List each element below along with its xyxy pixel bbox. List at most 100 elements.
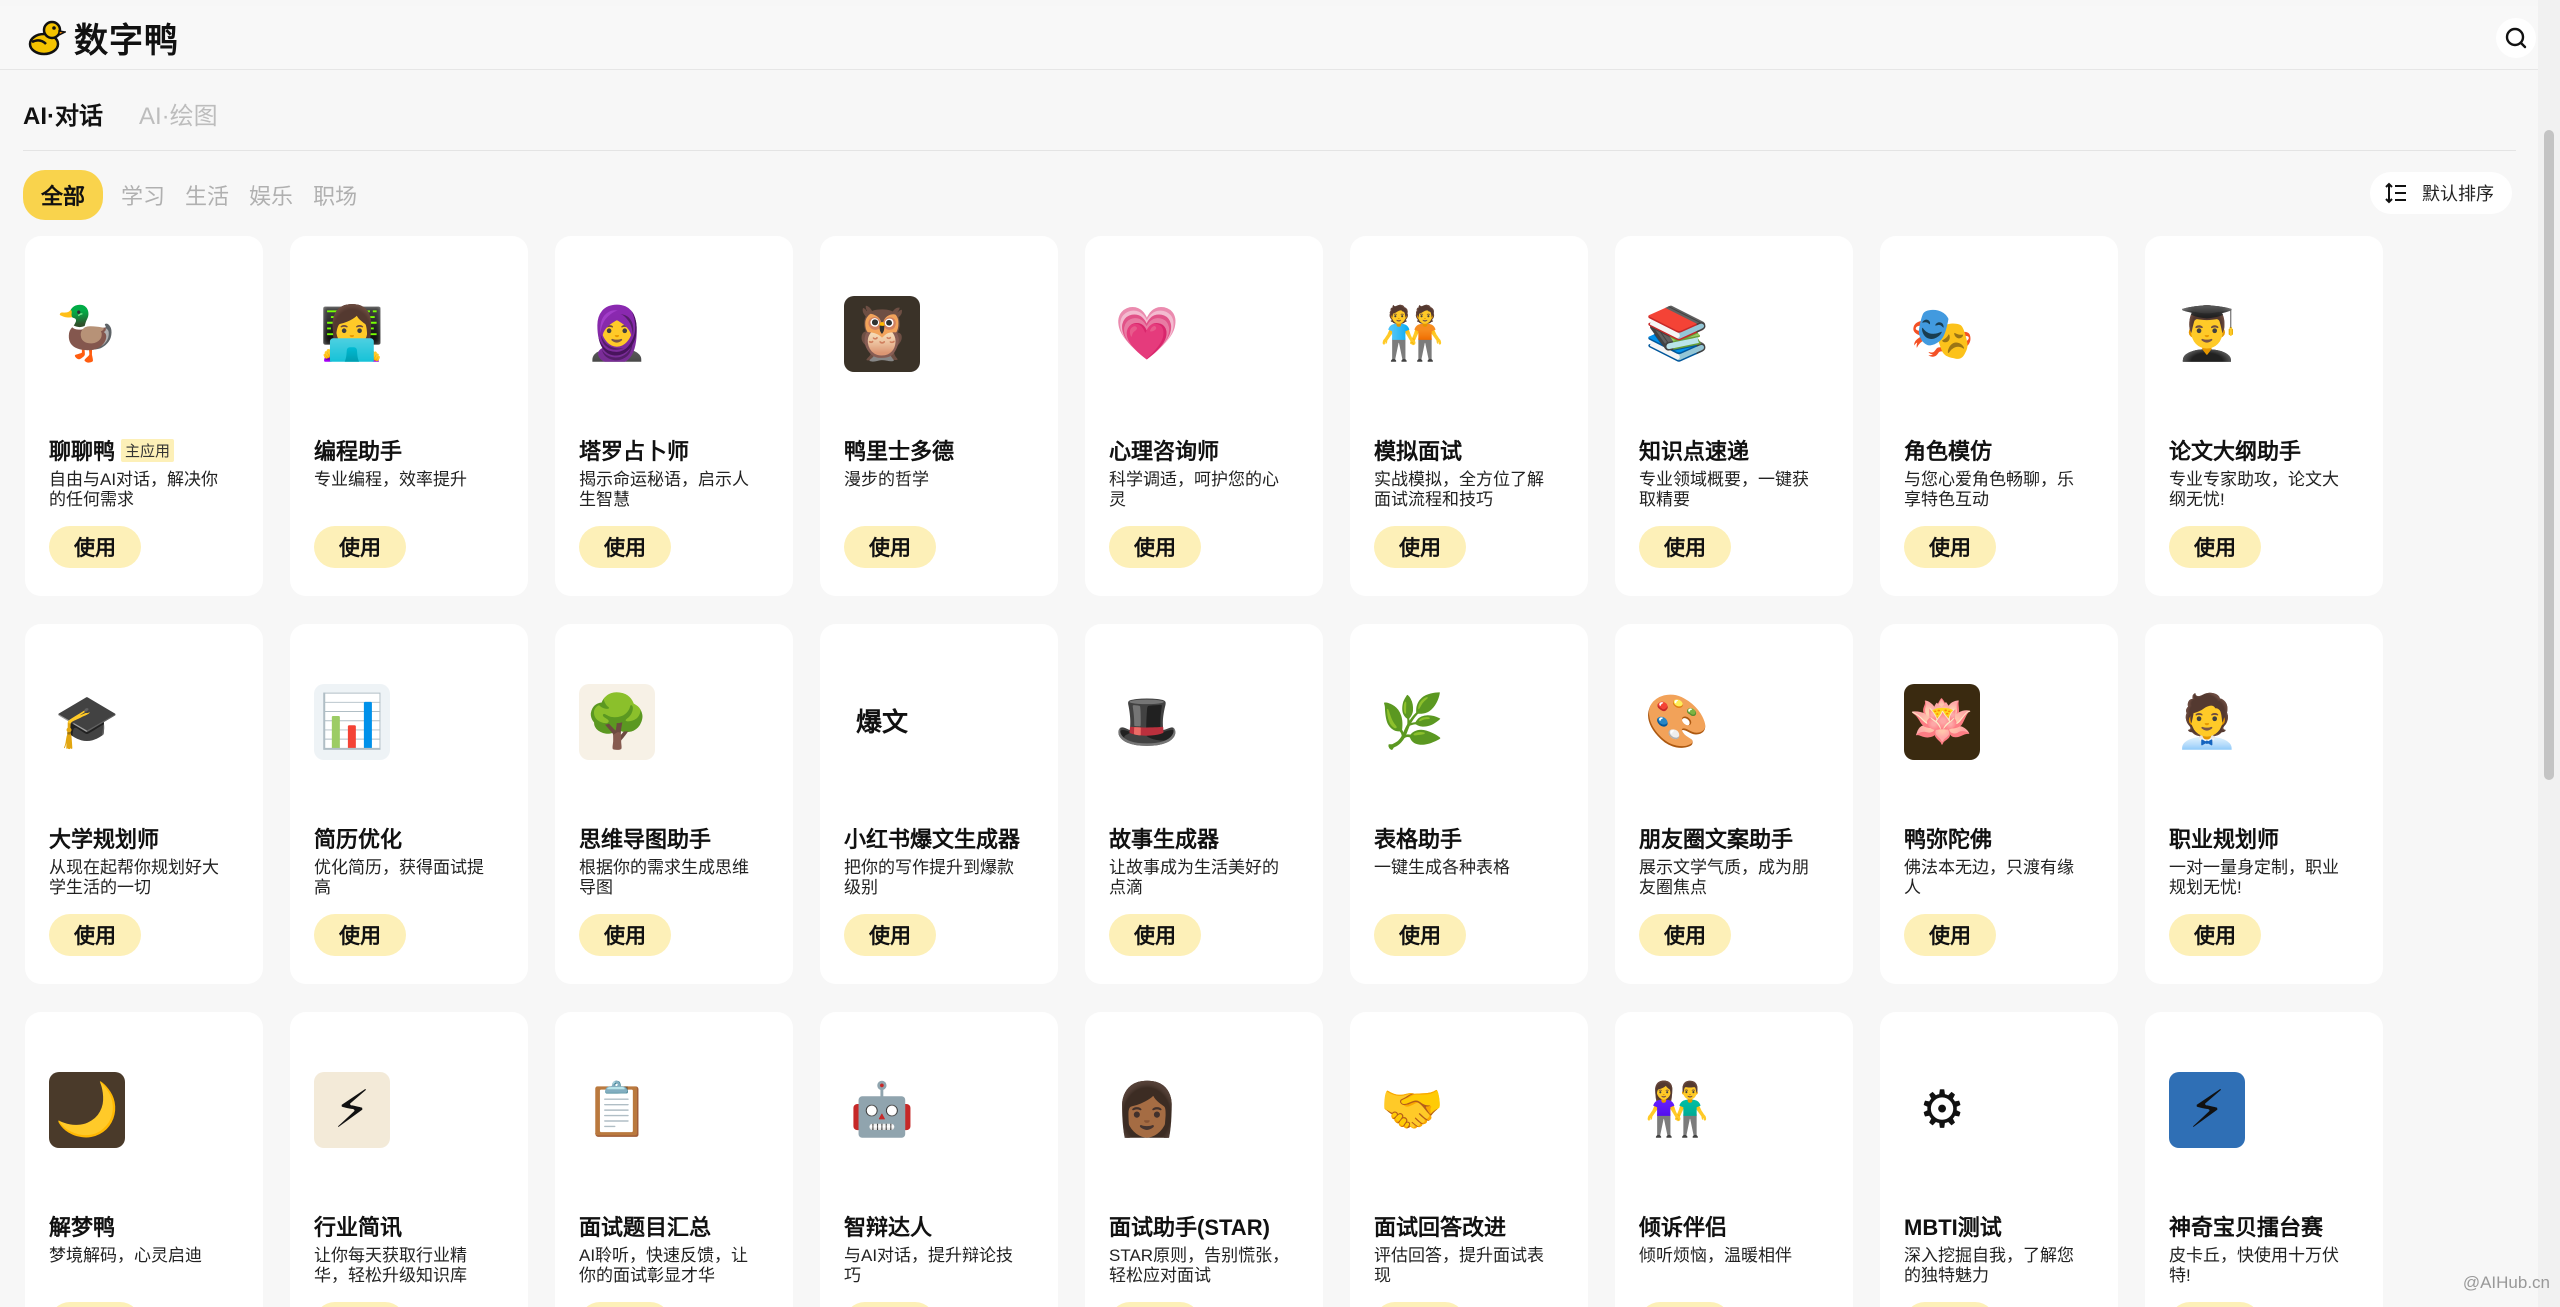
use-button[interactable]: 使用: [49, 914, 141, 956]
scrollbar-thumb[interactable]: [2544, 130, 2554, 780]
use-button[interactable]: 使用: [844, 526, 936, 568]
app-logo[interactable]: 数字鸭: [22, 13, 179, 62]
card-description: 科学调适，呵护您的心灵: [1109, 470, 1279, 509]
assistant-card[interactable]: 🪷 鸭弥陀佛 佛法本无边，只渡有缘人 使用: [1880, 624, 2118, 984]
category-filter: 全部 学习 生活 娱乐 职场: [23, 170, 359, 220]
assistant-card[interactable]: 🌙 解梦鸭梦境解码，心灵启迪使用: [25, 1012, 263, 1307]
assistant-card[interactable]: 🤝 面试回答改进评估回答，提升面试表现使用: [1350, 1012, 1588, 1307]
mbti-wheel-icon: ⚙: [1904, 1072, 1980, 1148]
search-button[interactable]: [2496, 18, 2536, 58]
use-button[interactable]: 使用: [1374, 526, 1466, 568]
assistant-card[interactable]: ⚙ MBTI测试深入挖掘自我，了解您的独特魅力使用: [1880, 1012, 2118, 1307]
assistant-card[interactable]: 爆文 小红书爆文生成器 把你的写作提升到爆款级别 使用: [820, 624, 1058, 984]
mind-tree-icon: 🌳: [579, 684, 655, 760]
assistant-card[interactable]: 🧑‍🤝‍🧑 模拟面试 实战模拟，全方位了解面试流程和技巧 使用: [1350, 236, 1588, 596]
category-life[interactable]: 生活: [183, 171, 231, 219]
assistant-card[interactable]: 📋 面试题目汇总 AI聆听，快速反馈，让你的面试彰显才华使用: [555, 1012, 793, 1307]
card-title: 行业简讯: [314, 1210, 402, 1242]
use-button[interactable]: 使用: [1374, 914, 1466, 956]
card-title: 神奇宝贝擂台赛: [2169, 1210, 2323, 1242]
use-button[interactable]: 使用: [579, 1302, 671, 1307]
assistant-card[interactable]: ⚡ 行业简讯让你每天获取行业精华，轻松升级知识库使用: [290, 1012, 528, 1307]
clipboard-pencil-icon: 📋: [579, 1072, 655, 1148]
assistant-card[interactable]: 📚 知识点速递 专业领域概要，一键获取精要 使用: [1615, 236, 1853, 596]
tab-ai-draw[interactable]: AI·绘图: [139, 96, 218, 131]
use-button[interactable]: 使用: [844, 1302, 936, 1307]
assistant-card[interactable]: 🤖 智辩达人与AI对话，提升辩论技巧使用: [820, 1012, 1058, 1307]
assistant-card[interactable]: 🎓 大学规划师 从现在起帮你规划好大学生活的一切 使用: [25, 624, 263, 984]
category-workplace[interactable]: 职场: [311, 171, 359, 219]
plant-sprout-icon: 🌿: [1374, 684, 1450, 760]
card-description: 倾听烦恼，温暖相伴: [1639, 1246, 1792, 1265]
card-description: 自由与AI对话，解决你的任何需求: [49, 470, 219, 509]
card-description: 揭示命运秘语，启示人生智慧: [579, 470, 749, 509]
use-button[interactable]: 使用: [579, 914, 671, 956]
use-button[interactable]: 使用: [49, 1302, 141, 1307]
use-button[interactable]: 使用: [579, 526, 671, 568]
use-button[interactable]: 使用: [1109, 526, 1201, 568]
card-description: 专业专家助攻，论文大纲无忧!: [2169, 470, 2339, 509]
use-button[interactable]: 使用: [1639, 914, 1731, 956]
use-button[interactable]: 使用: [2169, 526, 2261, 568]
avatar-glyph: 🤖: [849, 1081, 915, 1139]
card-title: 面试助手(STAR): [1109, 1210, 1270, 1242]
category-all[interactable]: 全部: [23, 170, 104, 220]
use-button[interactable]: 使用: [1904, 914, 1996, 956]
interview-table-icon: 🤝: [1374, 1072, 1450, 1148]
assistant-card[interactable]: 🎭 角色模仿 与您心爱角色畅聊，乐享特色互动 使用: [1880, 236, 2118, 596]
assistant-card[interactable]: 📊 简历优化 优化简历，获得面试提高 使用: [290, 624, 528, 984]
magic-hat-icon: 🎩: [1109, 684, 1185, 760]
use-button[interactable]: 使用: [314, 914, 406, 956]
use-button[interactable]: 使用: [314, 1302, 406, 1307]
assistant-card[interactable]: 🦆 聊聊鸭 主应用 自由与AI对话，解决你的任何需求 使用: [25, 236, 263, 596]
avatar-glyph: 👨‍🎓: [2174, 305, 2240, 363]
assistant-card[interactable]: 👨‍🎓 论文大纲助手 专业专家助攻，论文大纲无忧! 使用: [2145, 236, 2383, 596]
use-button[interactable]: 使用: [49, 526, 141, 568]
card-description: 让你每天获取行业精华，轻松升级知识库: [314, 1246, 467, 1285]
card-title-text: 行业简讯: [314, 1215, 403, 1240]
interview-woman-icon: 👩🏾: [1109, 1072, 1185, 1148]
assistant-card[interactable]: 👫 倾诉伴侣倾听烦恼，温暖相伴使用: [1615, 1012, 1853, 1307]
use-button[interactable]: 使用: [1904, 1302, 1996, 1307]
card-description: 专业编程，效率提升: [314, 470, 467, 489]
avatar-glyph: 🎓: [54, 693, 120, 751]
main-app-badge: 主应用: [121, 438, 175, 462]
use-button[interactable]: 使用: [1639, 1302, 1731, 1307]
card-title: 编程助手: [314, 434, 402, 466]
use-button[interactable]: 使用: [1904, 526, 1996, 568]
card-description: 实战模拟，全方位了解面试流程和技巧: [1374, 470, 1544, 509]
card-title-text: 聊聊鸭: [49, 439, 116, 464]
use-button[interactable]: 使用: [1374, 1302, 1466, 1307]
assistant-card[interactable]: 👩🏾 面试助手(STAR) STAR原则，告别慌张，轻松应对面试使用: [1085, 1012, 1323, 1307]
scrollbar[interactable]: [2538, 0, 2560, 1307]
use-button[interactable]: 使用: [2169, 1302, 2261, 1307]
avatar-glyph: 📚: [1644, 305, 1710, 363]
card-title: 小红书爆文生成器: [844, 822, 1020, 854]
assistant-card[interactable]: 👩‍💻 编程助手专业编程，效率提升使用: [290, 236, 528, 596]
philosopher-portrait-icon: 🦉: [844, 296, 920, 372]
use-button[interactable]: 使用: [844, 914, 936, 956]
sort-button[interactable]: 默认排序: [2370, 172, 2512, 214]
use-button[interactable]: 使用: [2169, 914, 2261, 956]
assistant-card[interactable]: 💗 心理咨询师 科学调适，呵护您的心灵 使用: [1085, 236, 1323, 596]
assistant-card[interactable]: 🎩 故事生成器 让故事成为生活美好的点滴 使用: [1085, 624, 1323, 984]
assistant-card[interactable]: ⚡ 神奇宝贝擂台赛皮卡丘，快使用十万伏特! 使用: [2145, 1012, 2383, 1307]
use-button[interactable]: 使用: [1109, 1302, 1201, 1307]
assistant-card[interactable]: 🌿 表格助手 一键生成各种表格 使用: [1350, 624, 1588, 984]
use-button[interactable]: 使用: [314, 526, 406, 568]
card-title-text: 面试助手(STAR): [1109, 1215, 1270, 1240]
assistant-card[interactable]: 🦉 鸭里士多德 漫步的哲学 使用: [820, 236, 1058, 596]
assistant-card[interactable]: 🧕 塔罗占卜师 揭示命运秘语，启示人生智慧 使用: [555, 236, 793, 596]
assistant-card[interactable]: 🧑‍💼 职业规划师 一对一量身定制，职业规划无忧! 使用: [2145, 624, 2383, 984]
tab-ai-chat[interactable]: AI·对话: [23, 96, 103, 131]
category-study[interactable]: 学习: [119, 171, 167, 219]
assistant-card[interactable]: 🌳 思维导图助手 根据你的需求生成思维导图 使用: [555, 624, 793, 984]
use-button[interactable]: 使用: [1109, 914, 1201, 956]
category-entertainment[interactable]: 娱乐: [247, 171, 295, 219]
programmer-woman-icon: 👩‍💻: [314, 296, 390, 372]
card-title-text: MBTI测试: [1904, 1215, 2002, 1240]
card-title: 鸭弥陀佛: [1904, 822, 1992, 854]
use-button[interactable]: 使用: [1639, 526, 1731, 568]
tarot-hooded-woman-icon: 🧕: [579, 296, 655, 372]
assistant-card[interactable]: 🎨 朋友圈文案助手 展示文学气质，成为朋友圈焦点 使用: [1615, 624, 1853, 984]
